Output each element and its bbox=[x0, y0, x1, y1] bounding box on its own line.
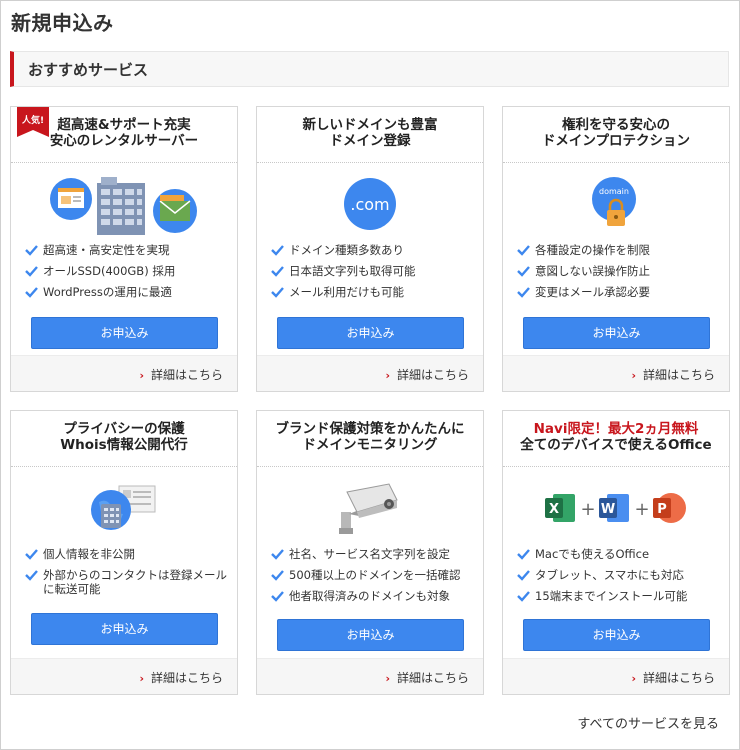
feature-item: 日本語文字列も取得可能 bbox=[271, 264, 477, 278]
feature-item: 社名、サービス名文字列を設定 bbox=[271, 547, 477, 561]
feature-item: Macでも使えるOffice bbox=[517, 547, 723, 561]
feature-item: オールSSD(400GB) 採用 bbox=[25, 264, 231, 278]
check-icon bbox=[517, 245, 530, 256]
card-domain-registration: 新しいドメインも豊富 ドメイン登録 .com ドメイン種類多数あり 日本語文字列… bbox=[256, 106, 484, 392]
check-icon bbox=[271, 549, 284, 560]
card-title: 新しいドメインも豊富 ドメイン登録 bbox=[257, 107, 483, 163]
card-title: プライバシーの保護 Whois情報公開代行 bbox=[11, 411, 237, 467]
section-header: おすすめサービス bbox=[10, 51, 729, 87]
feature-list: 個人情報を非公開 外部からのコンタクトは登録メールに転送可能 bbox=[25, 547, 231, 603]
section-title: おすすめサービス bbox=[28, 61, 149, 79]
card-title: Navi限定！最大2ヵ月無料 全てのデバイスで使えるOffice bbox=[503, 411, 729, 467]
chevron-right-icon: › bbox=[631, 672, 636, 685]
svg-text:P: P bbox=[657, 502, 667, 517]
svg-text:.com: .com bbox=[350, 195, 389, 214]
feature-item: 他者取得済みのドメインも対象 bbox=[271, 589, 477, 603]
check-icon bbox=[25, 266, 38, 277]
domain-lock-icon: domain bbox=[503, 173, 729, 235]
chevron-right-icon: › bbox=[385, 672, 390, 685]
feature-item: 500種以上のドメインを一括確認 bbox=[271, 568, 477, 582]
check-icon bbox=[271, 245, 284, 256]
detail-link[interactable]: › 詳細はこちら bbox=[385, 366, 469, 383]
check-icon bbox=[25, 245, 38, 256]
page-title: 新規申込み bbox=[11, 11, 114, 35]
card-domain-monitoring: ブランド保護対策をかんたんに ドメインモニタリング 社名、サービス名文字列を設定… bbox=[256, 410, 484, 695]
check-icon bbox=[25, 549, 38, 560]
detail-link[interactable]: › 詳細はこちら bbox=[139, 366, 223, 383]
card-title: ブランド保護対策をかんたんに ドメインモニタリング bbox=[257, 411, 483, 467]
chevron-right-icon: › bbox=[139, 369, 144, 382]
feature-item: 外部からのコンタクトは登録メールに転送可能 bbox=[25, 568, 231, 596]
all-services-link[interactable]: すべてのサービスを見る bbox=[577, 713, 719, 732]
feature-list: Macでも使えるOffice タブレット、スマホにも対応 15端末までインストー… bbox=[517, 547, 723, 610]
feature-item: 超高速・高安定性を実現 bbox=[25, 243, 231, 257]
apply-button[interactable]: お申込み bbox=[31, 613, 218, 645]
detail-link[interactable]: › 詳細はこちら bbox=[385, 669, 469, 686]
feature-item: タブレット、スマホにも対応 bbox=[517, 568, 723, 582]
dot-com-icon: .com bbox=[257, 173, 483, 235]
office-apps-icon: X + W + P bbox=[503, 477, 729, 539]
chevron-right-icon: › bbox=[385, 369, 390, 382]
powerpoint-icon: P bbox=[653, 493, 686, 523]
chevron-right-icon: › bbox=[631, 369, 636, 382]
card-footer: › 詳細はこちら bbox=[11, 658, 237, 694]
card-title: 超高速&サポート充実 安心のレンタルサーバー bbox=[11, 107, 237, 163]
promo-title: Navi限定！最大2ヵ月無料 bbox=[533, 421, 699, 437]
feature-item: 意図しない誤操作防止 bbox=[517, 264, 723, 278]
check-icon bbox=[517, 570, 530, 581]
detail-link[interactable]: › 詳細はこちら bbox=[631, 669, 715, 686]
feature-item: ドメイン種類多数あり bbox=[271, 243, 477, 257]
feature-item: 各種設定の操作を制限 bbox=[517, 243, 723, 257]
check-icon bbox=[517, 287, 530, 298]
svg-text:X: X bbox=[549, 502, 559, 517]
card-footer: › 詳細はこちら bbox=[11, 355, 237, 391]
feature-item: 個人情報を非公開 bbox=[25, 547, 231, 561]
check-icon bbox=[25, 570, 38, 581]
privacy-lock-globe-icon bbox=[11, 477, 237, 539]
security-camera-icon bbox=[257, 477, 483, 539]
detail-link[interactable]: › 詳細はこちら bbox=[631, 366, 715, 383]
chevron-right-icon: › bbox=[139, 672, 144, 685]
apply-button[interactable]: お申込み bbox=[523, 317, 710, 349]
detail-link[interactable]: › 詳細はこちら bbox=[139, 669, 223, 686]
feature-list: 超高速・高安定性を実現 オールSSD(400GB) 採用 WordPressの運… bbox=[25, 243, 231, 306]
feature-item: 変更はメール承認必要 bbox=[517, 285, 723, 299]
check-icon bbox=[517, 549, 530, 560]
check-icon bbox=[517, 591, 530, 602]
apply-button[interactable]: お申込み bbox=[277, 619, 464, 651]
svg-text:+: + bbox=[634, 499, 649, 520]
svg-text:W: W bbox=[601, 502, 615, 517]
card-office: Navi限定！最大2ヵ月無料 全てのデバイスで使えるOffice X + W +… bbox=[502, 410, 730, 695]
card-footer: › 詳細はこちら bbox=[257, 355, 483, 391]
feature-item: 15端末までインストール可能 bbox=[517, 589, 723, 603]
word-icon: W bbox=[599, 494, 629, 522]
card-title: 権利を守る安心の ドメインプロテクション bbox=[503, 107, 729, 163]
feature-item: WordPressの運用に最適 bbox=[25, 285, 231, 299]
check-icon bbox=[271, 591, 284, 602]
apply-button[interactable]: お申込み bbox=[277, 317, 464, 349]
check-icon bbox=[271, 570, 284, 581]
card-footer: › 詳細はこちら bbox=[503, 658, 729, 694]
feature-list: 社名、サービス名文字列を設定 500種以上のドメインを一括確認 他者取得済みのド… bbox=[271, 547, 477, 610]
card-rental-server: 人気! 超高速&サポート充実 安心のレンタルサーバー 超高速・高安定性を実現 オ… bbox=[10, 106, 238, 392]
svg-text:+: + bbox=[580, 499, 595, 520]
card-footer: › 詳細はこちら bbox=[503, 355, 729, 391]
rental-server-illustration bbox=[11, 173, 237, 235]
apply-button[interactable]: お申込み bbox=[31, 317, 218, 349]
check-icon bbox=[517, 266, 530, 277]
apply-button[interactable]: お申込み bbox=[523, 619, 710, 651]
check-icon bbox=[271, 266, 284, 277]
feature-list: 各種設定の操作を制限 意図しない誤操作防止 変更はメール承認必要 bbox=[517, 243, 723, 306]
card-footer: › 詳細はこちら bbox=[257, 658, 483, 694]
svg-text:domain: domain bbox=[599, 187, 629, 196]
card-domain-protection: 権利を守る安心の ドメインプロテクション domain 各種設定の操作を制限 意… bbox=[502, 106, 730, 392]
feature-list: ドメイン種類多数あり 日本語文字列も取得可能 メール利用だけも可能 bbox=[271, 243, 477, 306]
card-whois-privacy: プライバシーの保護 Whois情報公開代行 個人情報を非公開 外部からのコンタク… bbox=[10, 410, 238, 695]
check-icon bbox=[25, 287, 38, 298]
check-icon bbox=[271, 287, 284, 298]
excel-icon: X bbox=[545, 494, 575, 522]
feature-item: メール利用だけも可能 bbox=[271, 285, 477, 299]
